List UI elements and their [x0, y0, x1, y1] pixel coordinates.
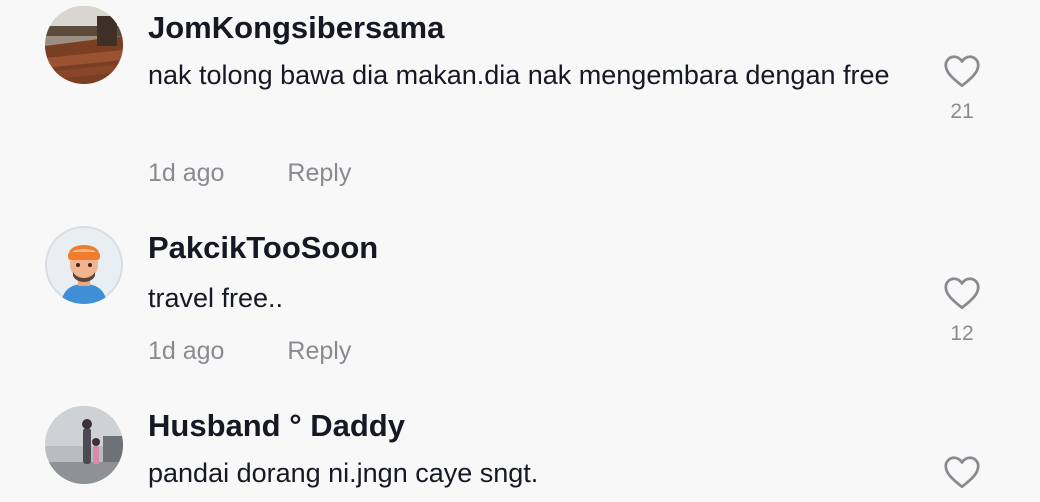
comment-username[interactable]: JomKongsibersama [148, 10, 444, 46]
heart-icon [944, 456, 980, 489]
avatar[interactable] [45, 406, 123, 484]
comment-username[interactable]: PakcikTooSoon [148, 230, 378, 266]
comment-meta: 1d ago Reply [148, 337, 351, 366]
comment-text: travel free.. [148, 283, 284, 313]
comment-timestamp: 1d ago [148, 159, 225, 187]
like-button[interactable] [938, 455, 986, 489]
comment-timestamp: 1d ago [148, 337, 225, 365]
avatar[interactable] [45, 6, 123, 84]
heart-icon [944, 55, 980, 88]
comment-username[interactable]: Husband ° Daddy [148, 408, 405, 444]
avatar[interactable] [45, 226, 123, 304]
like-count: 21 [950, 100, 974, 123]
comment-list: JomKongsibersama nak tolong bawa dia mak… [0, 0, 1040, 502]
like-count: 12 [950, 322, 974, 345]
like-button[interactable]: 21 [938, 54, 986, 124]
comment-text: nak tolong bawa dia makan.dia nak mengem… [148, 60, 890, 90]
like-button[interactable]: 12 [938, 276, 986, 346]
heart-icon [944, 277, 980, 310]
comment-meta: 1d ago Reply [148, 159, 351, 188]
comment-text: pandai dorang ni.jngn caye sngt. [148, 458, 539, 488]
reply-button[interactable]: Reply [287, 337, 351, 365]
reply-button[interactable]: Reply [287, 159, 351, 187]
